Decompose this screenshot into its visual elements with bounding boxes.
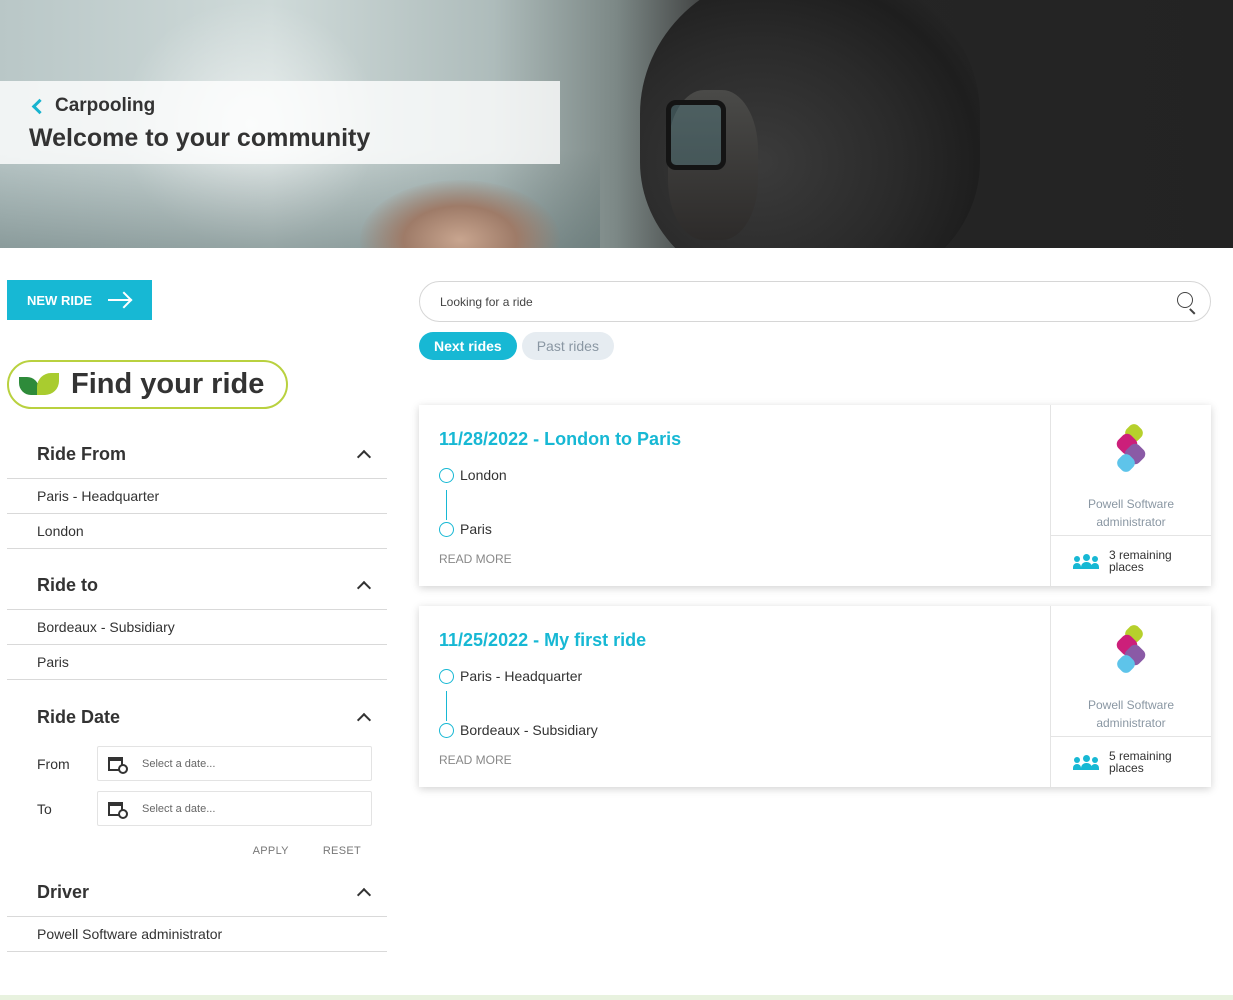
- driver-info: Powell Software administrator: [1051, 606, 1211, 737]
- date-to-field[interactable]: [97, 791, 372, 826]
- tab-next-rides[interactable]: Next rides: [419, 332, 517, 360]
- leaves-icon: [19, 372, 61, 397]
- filter-title: Ride to: [37, 575, 98, 595]
- remaining-places-text: 5 remaining places: [1109, 749, 1172, 775]
- ride-stop-from: London: [439, 467, 507, 483]
- read-more-link[interactable]: READ MORE: [439, 552, 512, 566]
- remaining-places: 5 remaining places: [1051, 737, 1211, 787]
- filter-ride-date: Ride Date From To APPLY RESET: [7, 693, 387, 871]
- driver-name: Powell Software administrator: [1087, 497, 1175, 529]
- route-line: [446, 691, 447, 721]
- date-to-input[interactable]: [142, 802, 342, 815]
- chevron-up-icon: [356, 887, 372, 903]
- ride-stop-from: Paris - Headquarter: [439, 668, 582, 684]
- date-from-input[interactable]: [142, 757, 342, 770]
- remaining-places: 3 remaining places: [1051, 536, 1211, 586]
- ride-to: Paris: [460, 521, 492, 537]
- ride-side-info: Powell Software administrator 3 remainin…: [1051, 405, 1211, 586]
- driver-info: Powell Software administrator: [1051, 405, 1211, 536]
- filter-option[interactable]: Paris: [7, 645, 387, 680]
- ride-to: Bordeaux - Subsidiary: [460, 722, 598, 738]
- filter-ride-from-header[interactable]: Ride From: [7, 431, 387, 479]
- search-bar: [419, 281, 1211, 322]
- ride-stop-to: Paris: [439, 521, 492, 537]
- ride-from: Paris - Headquarter: [460, 668, 583, 684]
- read-more-link[interactable]: READ MORE: [439, 753, 512, 767]
- circle-icon: [439, 722, 454, 738]
- date-to-label: To: [37, 800, 52, 817]
- date-from-row: From: [7, 741, 387, 786]
- circle-icon: [439, 467, 454, 483]
- reset-button[interactable]: RESET: [323, 845, 361, 857]
- new-ride-label: NEW RIDE: [27, 292, 92, 308]
- search-input[interactable]: [440, 294, 1176, 309]
- people-icon: [1073, 553, 1099, 569]
- back-link-label: Carpooling: [55, 95, 156, 116]
- ride-title[interactable]: 11/28/2022 - London to Paris: [439, 429, 681, 450]
- route-line: [446, 490, 447, 520]
- chevron-left-icon: [31, 98, 48, 114]
- filter-ride-to: Ride to Bordeaux - Subsidiary Paris: [7, 562, 387, 680]
- filter-option[interactable]: London: [7, 514, 387, 549]
- tab-past-rides[interactable]: Past rides: [521, 332, 614, 360]
- date-actions: APPLY RESET: [7, 831, 387, 871]
- arrow-right-icon: [108, 299, 130, 301]
- filter-ride-date-header[interactable]: Ride Date: [7, 693, 387, 741]
- date-from-field[interactable]: [97, 746, 372, 781]
- filter-ride-to-header[interactable]: Ride to: [7, 562, 387, 610]
- ride-details: 11/28/2022 - London to Paris London Pari…: [419, 405, 1051, 586]
- date-to-row: To: [7, 786, 387, 831]
- find-your-ride-heading: Find your ride: [7, 360, 288, 409]
- ride-stop-to: Bordeaux - Subsidiary: [439, 722, 598, 738]
- filter-title: Ride From: [37, 444, 127, 464]
- back-link[interactable]: Carpooling: [30, 95, 155, 117]
- filter-option[interactable]: Paris - Headquarter: [7, 479, 387, 514]
- search-icon[interactable]: [1176, 291, 1198, 314]
- remaining-places-text: 3 remaining places: [1109, 548, 1172, 574]
- filter-title: Driver: [37, 882, 90, 902]
- ride-from: London: [460, 467, 507, 483]
- ride-tabs: Next rides Past rides: [419, 332, 614, 360]
- powell-logo-icon: [1114, 421, 1148, 477]
- people-icon: [1073, 754, 1099, 770]
- chevron-up-icon: [356, 449, 372, 465]
- ride-card: 11/28/2022 - London to Paris London Pari…: [419, 405, 1211, 586]
- find-your-ride-title: Find your ride: [71, 368, 265, 400]
- new-ride-button[interactable]: NEW RIDE: [7, 280, 152, 320]
- filter-option[interactable]: Powell Software administrator: [7, 917, 387, 952]
- powell-logo-icon: [1114, 622, 1148, 678]
- ride-side-info: Powell Software administrator 5 remainin…: [1051, 606, 1211, 787]
- filter-option[interactable]: Bordeaux - Subsidiary: [7, 610, 387, 645]
- calendar-clock-icon[interactable]: [108, 800, 128, 819]
- chevron-up-icon: [356, 712, 372, 727]
- ride-details: 11/25/2022 - My first ride Paris - Headq…: [419, 606, 1051, 787]
- footer-strip: [0, 995, 1233, 1000]
- date-from-label: From: [37, 755, 70, 772]
- circle-icon: [439, 521, 454, 537]
- filter-driver-header[interactable]: Driver: [7, 869, 387, 917]
- ride-card: 11/25/2022 - My first ride Paris - Headq…: [419, 606, 1211, 787]
- filter-driver: Driver Powell Software administrator: [7, 869, 387, 952]
- hero-glasses: [666, 100, 726, 170]
- calendar-clock-icon[interactable]: [108, 755, 128, 774]
- filter-ride-from: Ride From Paris - Headquarter London: [7, 431, 387, 549]
- chevron-up-icon: [356, 580, 372, 596]
- ride-title[interactable]: 11/25/2022 - My first ride: [439, 630, 646, 651]
- apply-button[interactable]: APPLY: [253, 845, 289, 857]
- driver-name: Powell Software administrator: [1087, 698, 1175, 730]
- page-title: Welcome to your community: [29, 124, 371, 152]
- filter-title: Ride Date: [37, 706, 121, 727]
- circle-icon: [439, 668, 454, 684]
